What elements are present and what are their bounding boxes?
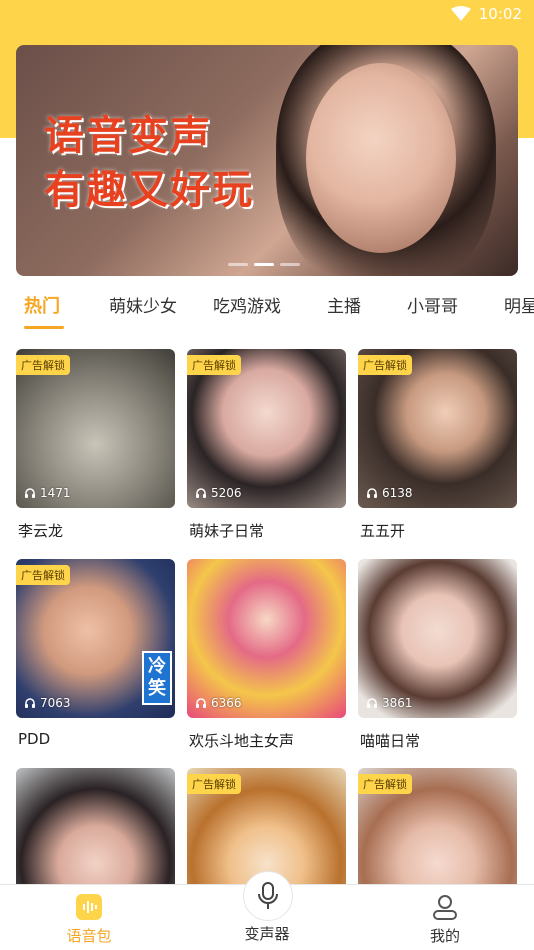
voice-card[interactable]: 广告解锁 冷笑 7063 PDD bbox=[16, 559, 175, 748]
play-count: 3861 bbox=[366, 696, 413, 710]
headphones-icon bbox=[25, 488, 35, 498]
promo-banner[interactable]: 语音变声 有趣又好玩 bbox=[16, 45, 518, 276]
user-icon bbox=[433, 895, 457, 920]
card-thumbnail: 6366 bbox=[187, 559, 346, 718]
card-title: 李云龙 bbox=[18, 522, 64, 540]
ad-unlock-badge: 广告解锁 bbox=[187, 774, 241, 794]
card-thumbnail: 广告解锁 1471 bbox=[16, 349, 175, 508]
banner-title-line2: 有趣又好玩 bbox=[44, 167, 254, 213]
card-title: 萌妹子日常 bbox=[189, 522, 265, 540]
play-count: 7063 bbox=[24, 696, 71, 710]
tab-cute-girl[interactable]: 萌妹少女 bbox=[109, 292, 177, 317]
pager-dot bbox=[228, 263, 248, 266]
ad-unlock-badge: 广告解锁 bbox=[187, 355, 241, 375]
banner-photo bbox=[306, 63, 456, 253]
tab-pubg-games[interactable]: 吃鸡游戏 bbox=[213, 292, 281, 317]
ad-unlock-badge: 广告解锁 bbox=[16, 565, 70, 585]
status-time: 10:02 bbox=[478, 5, 522, 23]
play-count-value: 7063 bbox=[40, 696, 71, 710]
nav-label: 语音包 bbox=[66, 927, 112, 945]
card-thumbnail: 广告解锁 6138 bbox=[358, 349, 517, 508]
play-count: 5206 bbox=[195, 486, 242, 500]
headphones-icon bbox=[367, 698, 377, 708]
bottom-navigation: 语音包 变声器 我的 bbox=[0, 871, 534, 950]
ad-unlock-badge: 广告解锁 bbox=[358, 355, 412, 375]
banner-pager bbox=[228, 263, 300, 266]
voice-card[interactable]: 3861 喵喵日常 bbox=[358, 559, 517, 750]
voice-card[interactable]: 广告解锁 1471 李云龙 bbox=[16, 349, 175, 540]
ad-unlock-badge: 广告解锁 bbox=[358, 774, 412, 794]
play-count-value: 1471 bbox=[40, 486, 71, 500]
voice-card[interactable]: 广告解锁 6138 五五开 bbox=[358, 349, 517, 540]
card-title: 欢乐斗地主女声 bbox=[189, 732, 295, 750]
play-count-value: 6138 bbox=[382, 486, 413, 500]
tab-hot[interactable]: 热门 bbox=[24, 292, 60, 318]
card-thumbnail: 广告解锁 冷笑 7063 bbox=[16, 559, 175, 718]
pager-dot-active bbox=[254, 263, 274, 266]
voice-changer-button[interactable] bbox=[243, 871, 293, 921]
nav-voice-pack[interactable]: 语音包 bbox=[39, 893, 139, 946]
voice-pack-icon bbox=[76, 894, 102, 920]
play-count: 6138 bbox=[366, 486, 413, 500]
category-tabs: 热门 萌妹少女 吃鸡游戏 主播 小哥哥 明星 bbox=[0, 282, 534, 329]
ad-unlock-badge: 广告解锁 bbox=[16, 355, 70, 375]
headphones-icon bbox=[367, 488, 377, 498]
tab-streamer[interactable]: 主播 bbox=[327, 292, 361, 317]
voice-card[interactable]: 广告解锁 5206 萌妹子日常 bbox=[187, 349, 346, 540]
card-title: PDD bbox=[18, 730, 51, 748]
banner-title-line1: 语音变声 bbox=[44, 113, 212, 159]
tab-young-men[interactable]: 小哥哥 bbox=[407, 292, 458, 317]
headphones-icon bbox=[196, 698, 206, 708]
card-title: 五五开 bbox=[360, 522, 406, 540]
nav-label: 变声器 bbox=[244, 925, 290, 943]
nav-label: 我的 bbox=[429, 927, 460, 945]
tab-celebrity[interactable]: 明星 bbox=[504, 292, 534, 317]
microphone-icon bbox=[258, 882, 278, 909]
play-count-value: 6366 bbox=[211, 696, 242, 710]
nav-profile[interactable]: 我的 bbox=[395, 893, 495, 946]
headphones-icon bbox=[196, 488, 206, 498]
status-bar: 10:02 bbox=[450, 4, 522, 24]
card-title: 喵喵日常 bbox=[360, 732, 421, 750]
play-count-value: 5206 bbox=[211, 486, 242, 500]
nav-voice-changer[interactable]: 变声器 bbox=[217, 923, 317, 944]
play-count: 1471 bbox=[24, 486, 71, 500]
wifi-icon bbox=[450, 6, 471, 21]
card-thumbnail: 3861 bbox=[358, 559, 517, 718]
play-count-value: 3861 bbox=[382, 696, 413, 710]
voice-card[interactable]: 6366 欢乐斗地主女声 bbox=[187, 559, 346, 750]
headphones-icon bbox=[25, 698, 35, 708]
active-tab-indicator bbox=[24, 326, 64, 329]
thumbnail-caption: 冷笑 bbox=[142, 651, 172, 705]
pager-dot bbox=[280, 263, 300, 266]
card-thumbnail: 广告解锁 5206 bbox=[187, 349, 346, 508]
play-count: 6366 bbox=[195, 696, 242, 710]
